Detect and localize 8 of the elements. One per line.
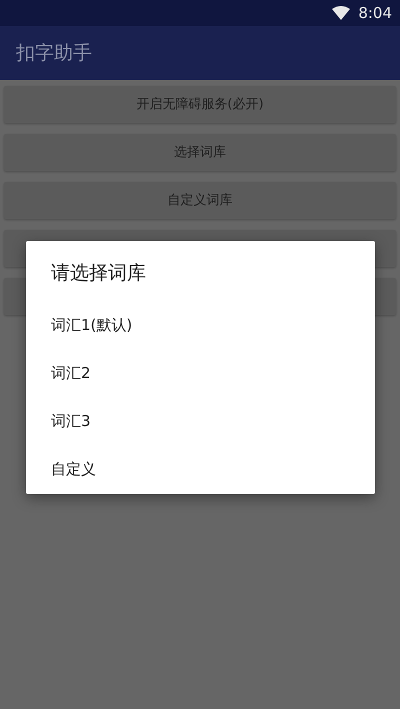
dialog-title: 请选择词库 [51, 261, 147, 286]
dialog-option[interactable]: 词汇3 [51, 412, 91, 430]
dialog-option[interactable]: 词汇2 [51, 364, 91, 382]
dialog-option[interactable]: 自定义 [51, 460, 96, 478]
app-title: 扣字助手 [16, 40, 92, 66]
clock-time: 8:04 [358, 2, 392, 24]
wifi-icon [332, 6, 350, 20]
dialog-option[interactable]: 词汇1(默认) [51, 316, 132, 334]
